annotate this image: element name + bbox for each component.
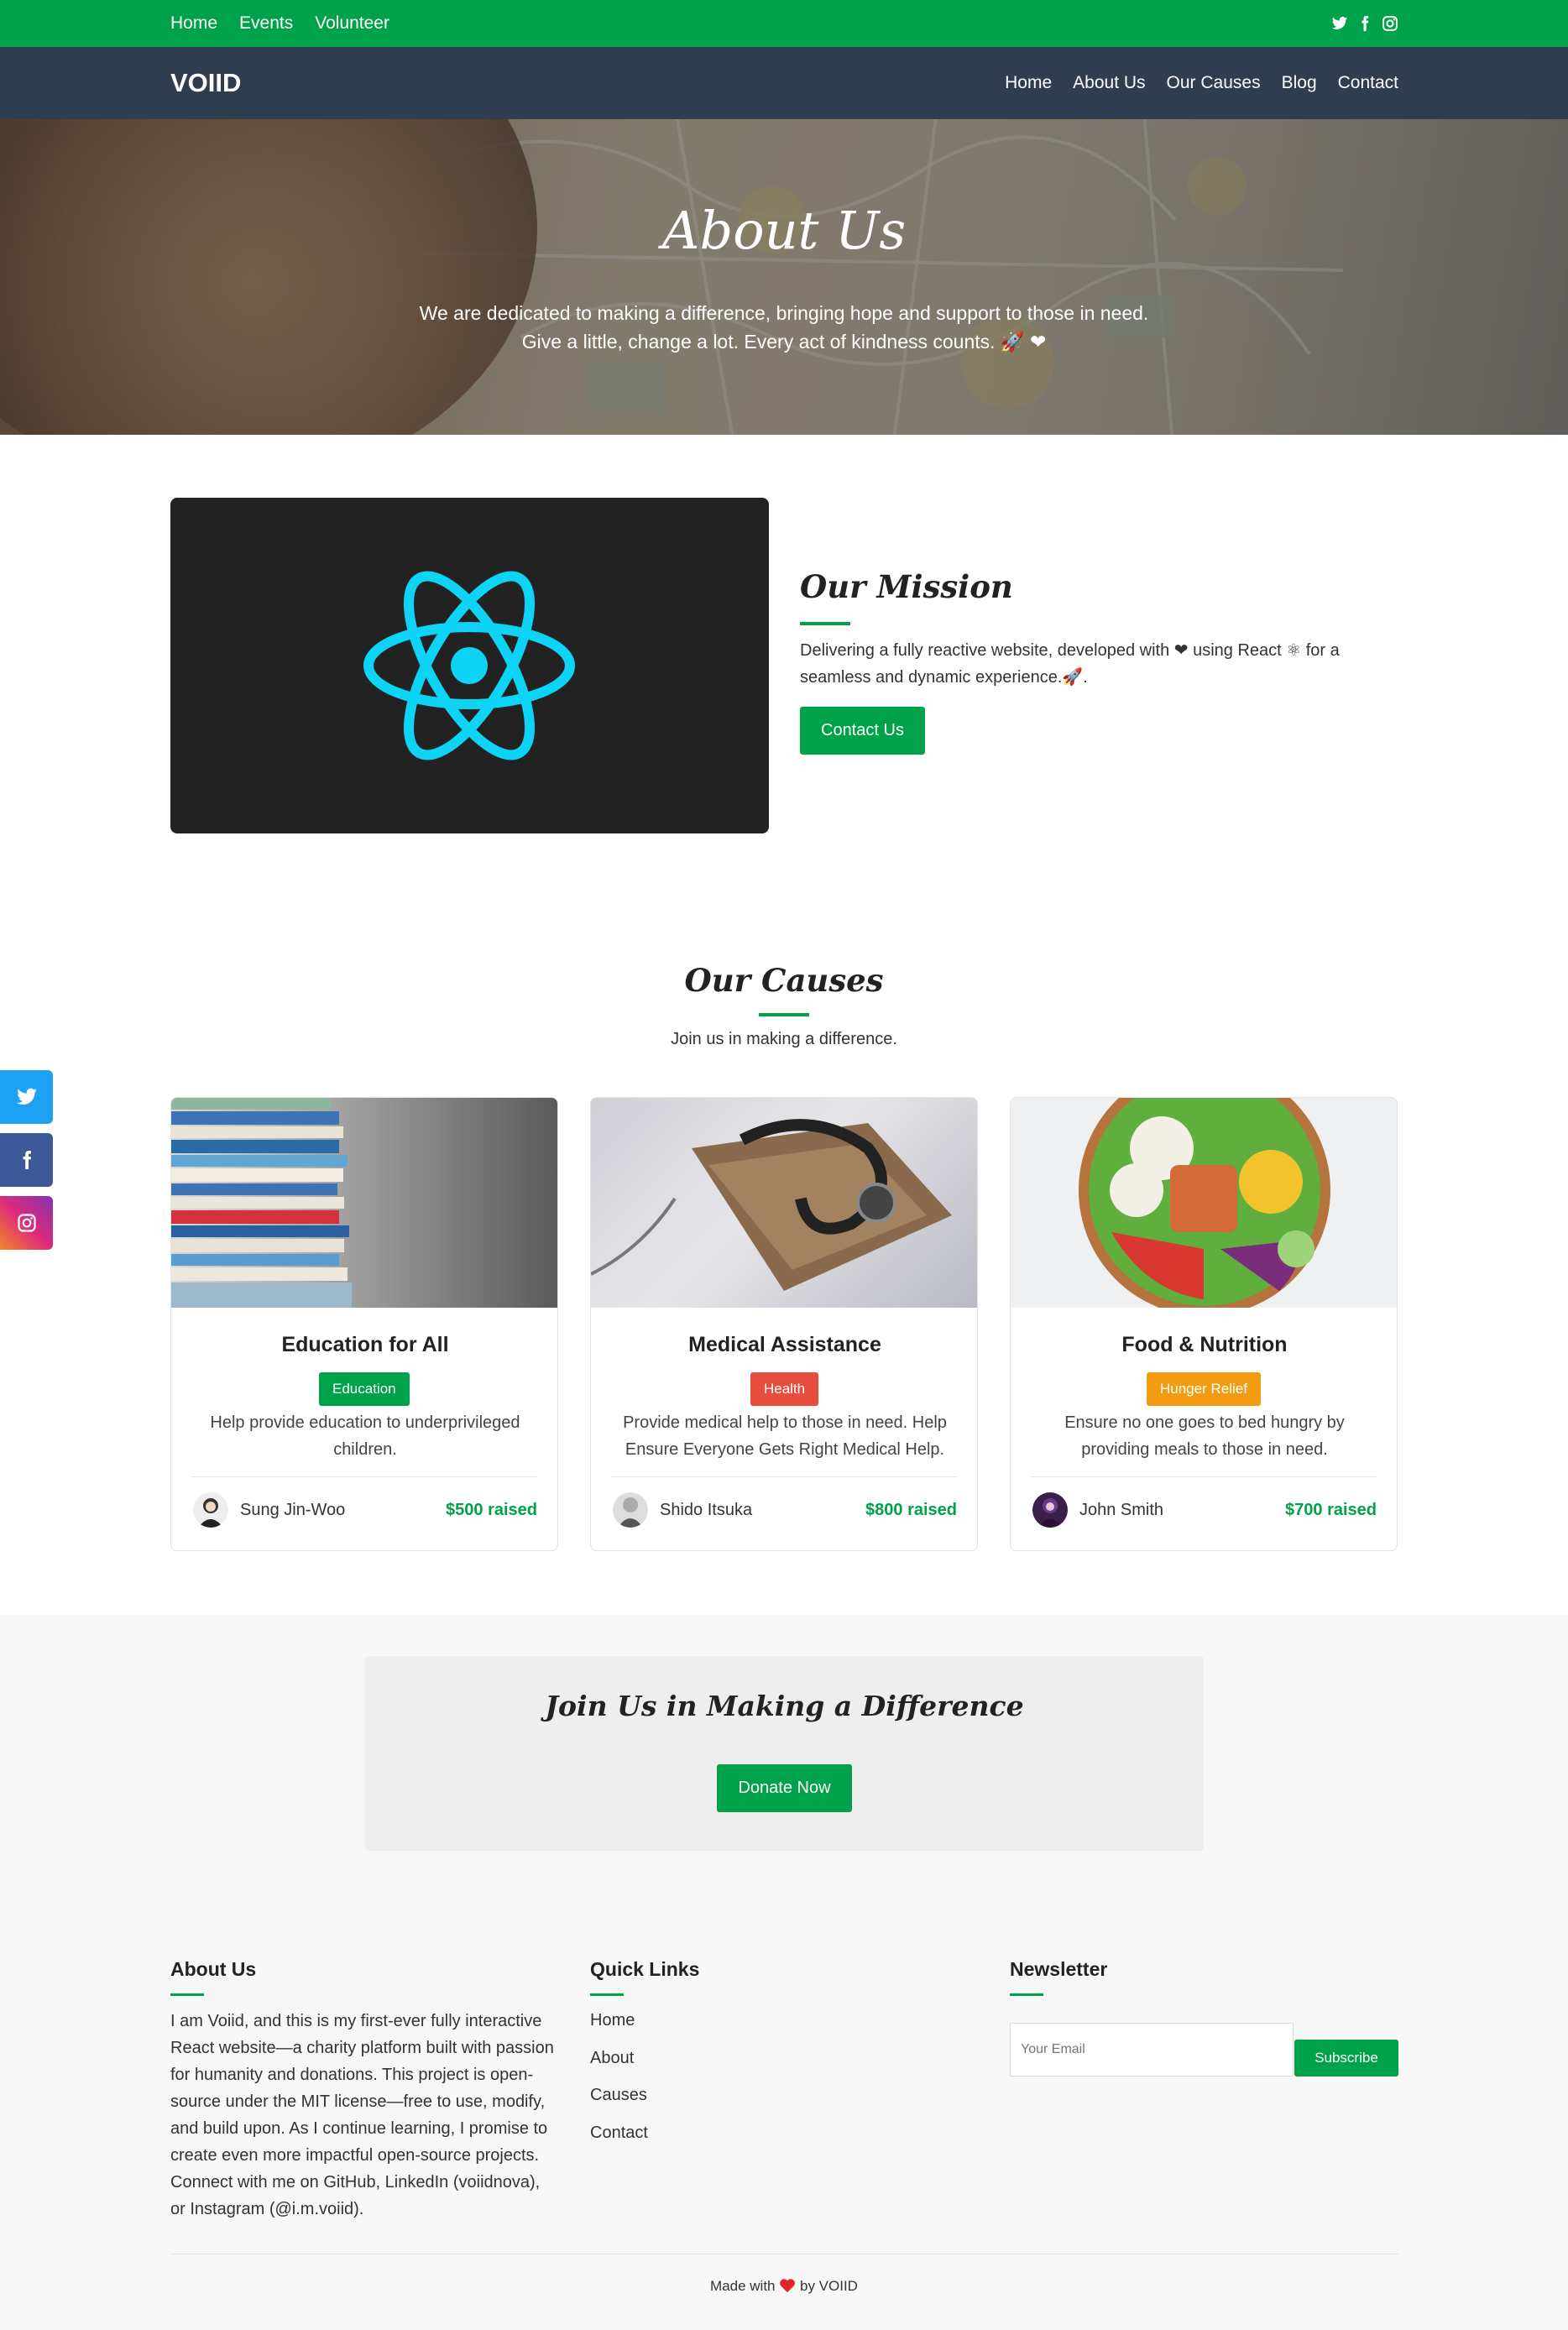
nav-link-home[interactable]: Home [1005, 73, 1052, 93]
top-nav: Home Events Volunteer [170, 0, 389, 47]
join-us-box: Join Us in Making a Difference Donate No… [365, 1656, 1204, 1851]
contact-us-button[interactable]: Contact Us [800, 707, 925, 755]
mission-text: Delivering a fully reactive website, dev… [800, 641, 1340, 687]
author-avatar [1032, 1492, 1068, 1528]
join-title: Join Us in Making a Difference [545, 1690, 1024, 1722]
facebook-icon [23, 1151, 31, 1169]
mission-title-underline [800, 622, 850, 625]
author-name: Shido Itsuka [660, 1501, 753, 1519]
subscribe-button[interactable]: Subscribe [1294, 2040, 1398, 2077]
footer-about-text: I am Voiid, and this is my first-ever fu… [170, 2012, 554, 2218]
causes-title-underline [759, 1013, 809, 1016]
top-link-events[interactable]: Events [239, 13, 293, 34]
react-logo-image [170, 498, 769, 833]
react-logo-icon [363, 571, 575, 760]
twitter-icon[interactable] [1331, 15, 1348, 32]
books-image [171, 1098, 557, 1308]
amount-raised: $500 raised [446, 1501, 537, 1519]
heart-icon [780, 2279, 796, 2293]
footer-link-contact[interactable]: Contact [590, 2124, 648, 2143]
cause-tag: Health [750, 1372, 819, 1406]
side-instagram-button[interactable] [0, 1196, 53, 1250]
main-nav: Home About Us Our Causes Blog Contact [1005, 47, 1398, 119]
hero-text-line1: We are dedicated to making a difference,… [419, 302, 1149, 324]
hero-title: About Us [661, 200, 907, 261]
top-social-icons [1331, 0, 1398, 47]
top-link-volunteer[interactable]: Volunteer [315, 13, 389, 34]
cause-description: Provide medical help to those in need. H… [623, 1413, 947, 1459]
twitter-icon [16, 1088, 37, 1105]
cause-tag: Hunger Relief [1147, 1372, 1261, 1406]
nav-link-causes[interactable]: Our Causes [1167, 73, 1261, 93]
instagram-icon [17, 1214, 36, 1232]
brand-logo[interactable]: VOIID [170, 47, 241, 119]
cause-card-medical[interactable]: Medical Assistance Health Provide medica… [590, 1097, 978, 1551]
footer-about-title: About Us [170, 1958, 257, 1980]
made-with-prefix: Made with [710, 2278, 776, 2294]
made-with-suffix: by VOIID [799, 2278, 858, 2294]
salad-bowl-image [1011, 1098, 1397, 1308]
amount-raised: $700 raised [1285, 1501, 1377, 1519]
top-link-home[interactable]: Home [170, 13, 217, 34]
nav-link-blog[interactable]: Blog [1282, 73, 1317, 93]
cause-title: Medical Assistance [688, 1333, 881, 1356]
made-with-credit: Made with by VOIID [0, 2278, 1568, 2295]
footer-link-home[interactable]: Home [590, 2011, 635, 2030]
nav-link-about[interactable]: About Us [1073, 73, 1145, 93]
stethoscope-image [591, 1098, 977, 1308]
footer-link-about[interactable]: About [590, 2049, 634, 2068]
cause-title: Food & Nutrition [1121, 1333, 1288, 1356]
cause-card-food[interactable]: Food & Nutrition Hunger Relief Ensure no… [1010, 1097, 1398, 1551]
side-twitter-button[interactable] [0, 1070, 53, 1124]
author-avatar [193, 1492, 228, 1528]
cause-card-education[interactable]: Education for All Education Help provide… [170, 1097, 558, 1551]
hero-banner: About Us We are dedicated to making a di… [0, 119, 1568, 435]
nav-link-contact[interactable]: Contact [1338, 73, 1398, 93]
newsletter-email-input[interactable] [1010, 2023, 1294, 2077]
main-navbar: VOIID Home About Us Our Causes Blog Cont… [0, 47, 1568, 119]
footer-link-causes[interactable]: Causes [590, 2086, 647, 2105]
instagram-icon[interactable] [1382, 15, 1398, 32]
author-name: John Smith [1079, 1501, 1164, 1519]
amount-raised: $800 raised [865, 1501, 957, 1519]
top-bar: Home Events Volunteer [0, 0, 1568, 47]
facebook-icon[interactable] [1356, 15, 1373, 32]
causes-subtitle: Join us in making a difference. [671, 1030, 897, 1048]
donate-now-button[interactable]: Donate Now [717, 1764, 852, 1812]
side-facebook-button[interactable] [0, 1133, 53, 1187]
causes-title: Our Causes [684, 962, 884, 999]
hero-text-line2: Give a little, change a lot. Every act o… [521, 331, 1047, 353]
cause-tag: Education [319, 1372, 410, 1406]
cause-description: Help provide education to underprivilege… [210, 1413, 520, 1459]
mission-title: Our Mission [800, 568, 1013, 605]
footer-links-title: Quick Links [590, 1958, 700, 1980]
cause-title: Education for All [281, 1333, 449, 1356]
author-name: Sung Jin-Woo [240, 1501, 346, 1519]
footer-newsletter-title: Newsletter [1010, 1958, 1108, 1980]
cause-description: Ensure no one goes to bed hungry by prov… [1064, 1413, 1345, 1459]
author-avatar [613, 1492, 648, 1528]
